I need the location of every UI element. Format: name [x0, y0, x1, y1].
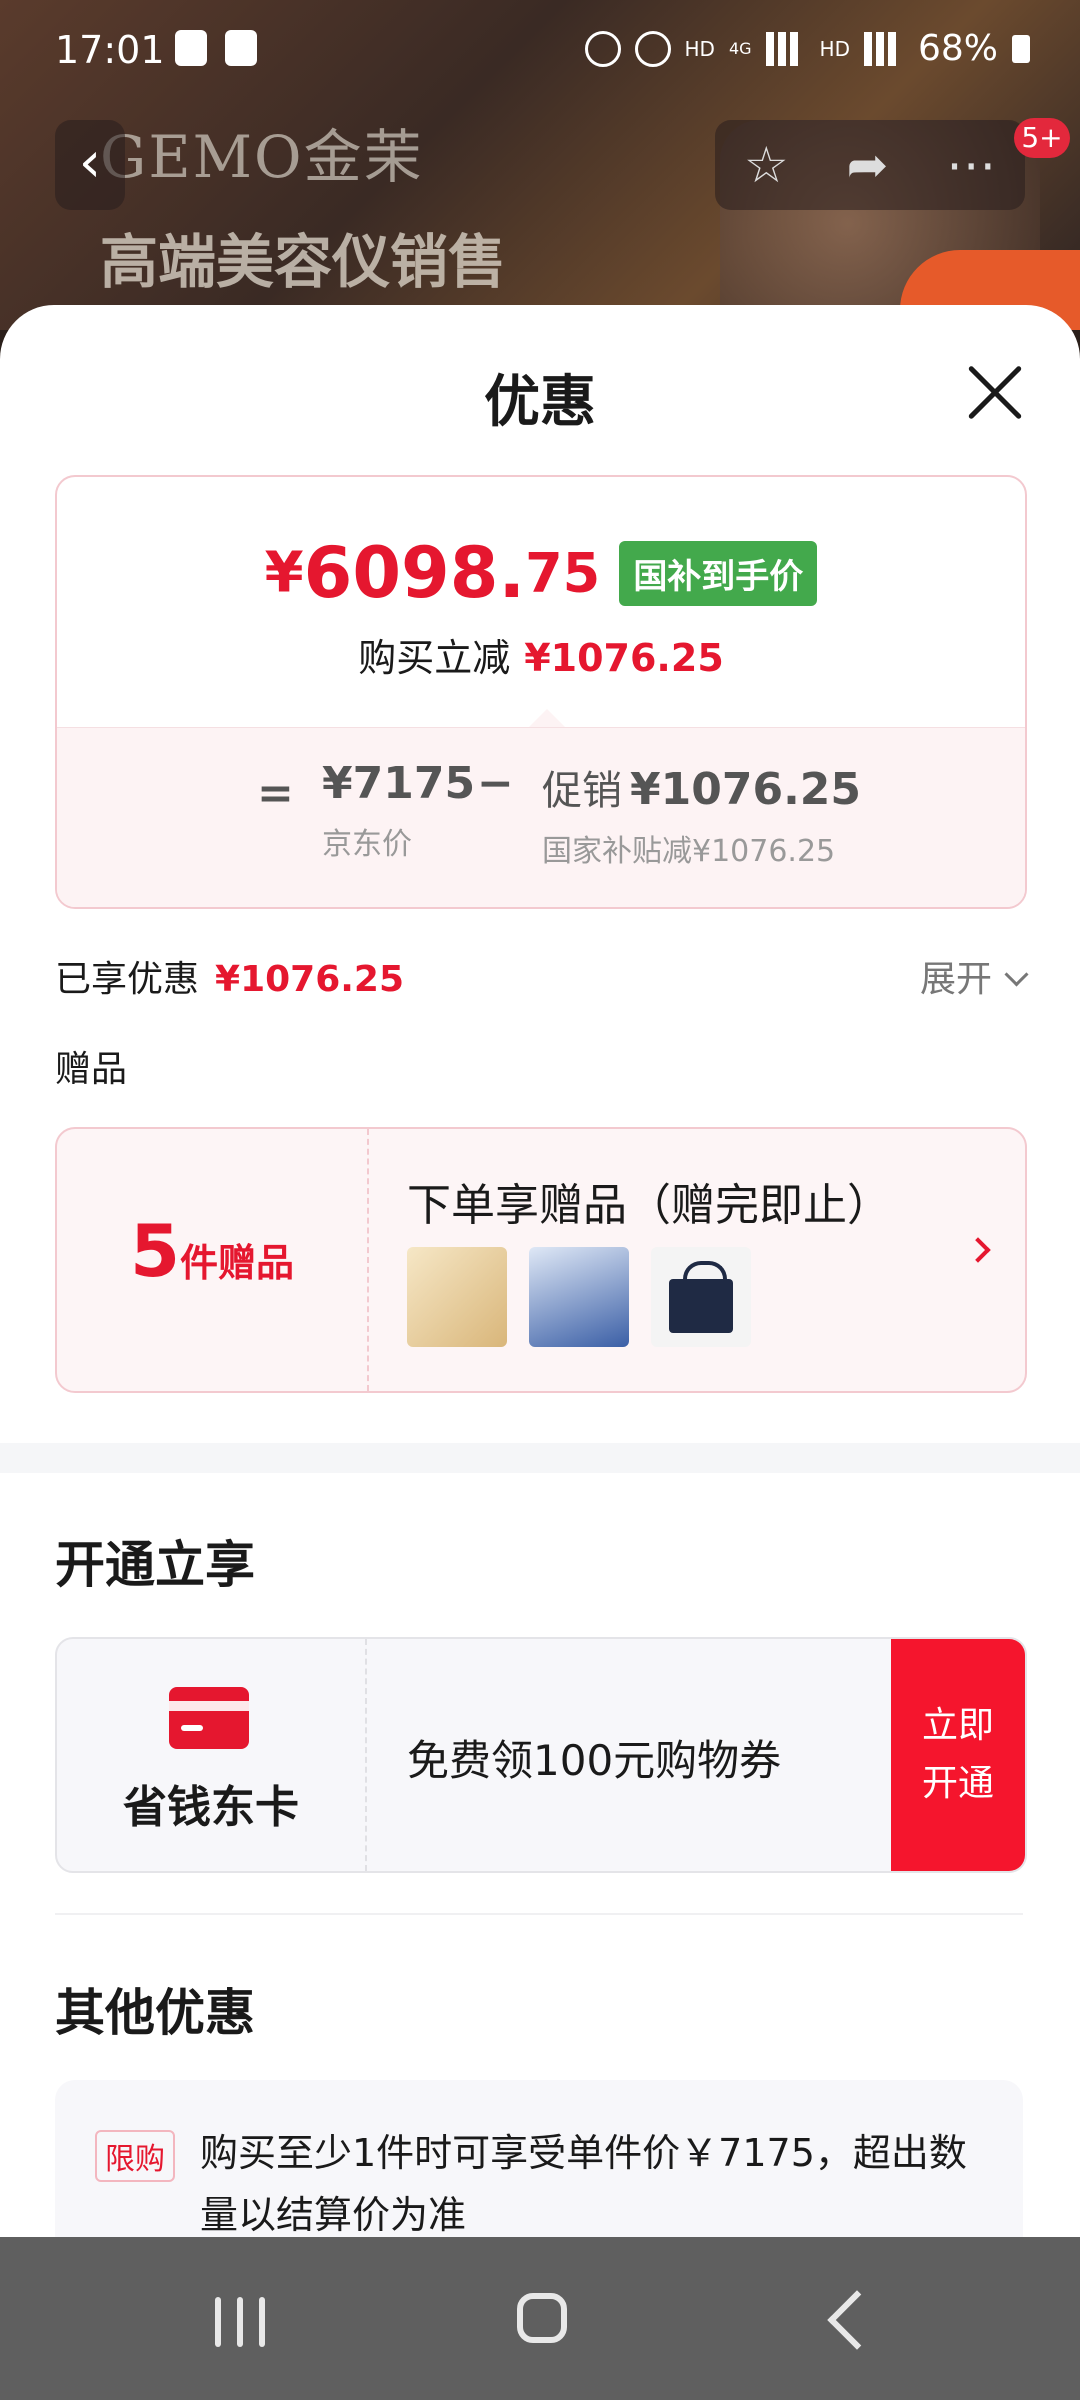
- activate-now-label: 立即开通: [921, 1705, 994, 1804]
- minus-sign: −: [477, 758, 514, 809]
- reduction-label: 购买立减: [358, 636, 511, 680]
- base-price: ¥7175: [322, 758, 476, 809]
- gift-card[interactable]: 5件赠品 下单享赠品（赠完即止）: [55, 1127, 1027, 1393]
- gift-title: 下单享赠品（赠完即止）: [407, 1180, 891, 1231]
- system-nav-bar: [0, 2237, 1080, 2400]
- promo-value: ¥1076.25: [630, 764, 862, 815]
- product-top-nav: ‹ ☆ ➦ ⋯ 5+: [0, 110, 1080, 210]
- price-breakdown: = ¥7175 京东价 − 促销 ¥1076.25 国家补贴减¥1076.25: [57, 727, 1025, 907]
- home-icon[interactable]: [517, 2293, 567, 2343]
- gift-count-unit: 件赠品: [180, 1241, 295, 1285]
- price-decimal: 75: [525, 541, 601, 605]
- membership-section-title: 开通立享: [55, 1536, 255, 1594]
- app-notification-icon: [225, 30, 257, 66]
- section-divider: [0, 1443, 1080, 1473]
- chevron-right-icon: [965, 1237, 991, 1263]
- gift-count-panel: 5件赠品: [57, 1129, 369, 1391]
- enjoyed-discount: 已享优惠 ¥1076.25: [55, 950, 404, 1002]
- gifts-label: 赠品: [55, 1049, 128, 1090]
- share-icon[interactable]: ➦: [846, 136, 888, 194]
- membership-name: 省钱东卡: [123, 1782, 299, 1833]
- status-right: HD 4G HD 68%: [584, 28, 1030, 69]
- membership-card: 省钱东卡 免费领100元购物券 立即开通: [55, 1637, 1027, 1873]
- subsidy-price-tag: 国补到手价: [619, 540, 818, 606]
- enjoyed-value: ¥1076.25: [215, 959, 405, 1000]
- nav-back-icon[interactable]: [827, 2290, 887, 2350]
- price-card: ¥6098.75 国补到手价 购买立减 ¥1076.25 = ¥7175 京东价 …: [55, 475, 1027, 909]
- star-icon[interactable]: ☆: [744, 136, 789, 194]
- promo-prefix: 促销: [542, 768, 622, 814]
- network-gen-label: 4G: [728, 39, 752, 58]
- battery-icon: [1012, 34, 1030, 63]
- product-banner-text: 高端美容仪销售: [100, 228, 507, 296]
- promo-column: 促销 ¥1076.25 国家补贴减¥1076.25: [542, 758, 861, 870]
- equals-sign: =: [257, 768, 294, 819]
- base-price-column: ¥7175 京东价: [322, 758, 475, 863]
- top-actions: ☆ ➦ ⋯: [715, 120, 1025, 210]
- recents-icon[interactable]: [215, 2297, 267, 2347]
- more-icon[interactable]: ⋯: [946, 136, 996, 194]
- gift-image: [407, 1247, 507, 1347]
- back-icon[interactable]: ‹: [55, 120, 125, 210]
- base-price-label: 京东价: [322, 827, 412, 862]
- purchase-limit-box: 限购 购买至少1件时可享受单件价￥7175，超出数量以结算价为准: [55, 2080, 1023, 2237]
- wifi-icon: [634, 30, 671, 67]
- membership-description: 免费领100元购物券: [407, 1736, 782, 1785]
- card-icon: [169, 1687, 249, 1749]
- gift-image-bag: [651, 1247, 751, 1347]
- enjoyed-label: 已享优惠: [55, 959, 200, 1000]
- chevron-down-icon: [1004, 962, 1029, 987]
- signal-icon: [765, 31, 806, 66]
- promo-detail: 国家补贴减¥1076.25: [542, 834, 836, 869]
- limit-tag: 限购: [95, 2130, 175, 2182]
- alarm-icon: [584, 30, 621, 67]
- gift-count: 5件赠品: [57, 1209, 367, 1293]
- reduction-value: ¥1076.25: [524, 636, 724, 680]
- sheet-title: 优惠: [484, 370, 596, 435]
- divider: [55, 1913, 1023, 1915]
- gift-thumbnails: [407, 1247, 751, 1347]
- instant-reduction: 购买立减 ¥1076.25: [57, 627, 1025, 682]
- gift-image: [529, 1247, 629, 1347]
- status-bar: 17:01 HD 4G HD 68%: [0, 0, 1080, 100]
- battery-level: 68%: [917, 28, 998, 69]
- close-icon[interactable]: [965, 363, 1025, 423]
- activate-now-button[interactable]: 立即开通: [891, 1639, 1025, 1871]
- price-integer: 6098.: [303, 532, 526, 614]
- status-time: 17:01: [55, 28, 165, 72]
- limit-description: 购买至少1件时可享受单件价￥7175，超出数量以结算价为准: [200, 2131, 967, 2237]
- other-offers-title: 其他优惠: [55, 1984, 255, 2042]
- message-badge: 5+: [1014, 118, 1070, 158]
- network-label: HD: [684, 36, 715, 61]
- currency-symbol: ¥: [264, 540, 304, 606]
- signal-icon-2: [863, 31, 904, 66]
- gift-count-number: 5: [129, 1209, 181, 1293]
- membership-left-panel: 省钱东卡: [57, 1639, 367, 1871]
- final-price: ¥6098.75 国补到手价: [57, 532, 1025, 614]
- expand-button[interactable]: 展开: [919, 950, 1029, 1002]
- app-notification-icon: [175, 30, 207, 66]
- network-label-2: HD: [819, 36, 850, 61]
- expand-label: 展开: [919, 959, 992, 1000]
- discount-sheet: 优惠 ¥6098.75 国补到手价 购买立减 ¥1076.25 = ¥7175 京…: [0, 305, 1080, 2237]
- breakdown-notch: [529, 709, 565, 727]
- status-notification-icons: [175, 30, 257, 66]
